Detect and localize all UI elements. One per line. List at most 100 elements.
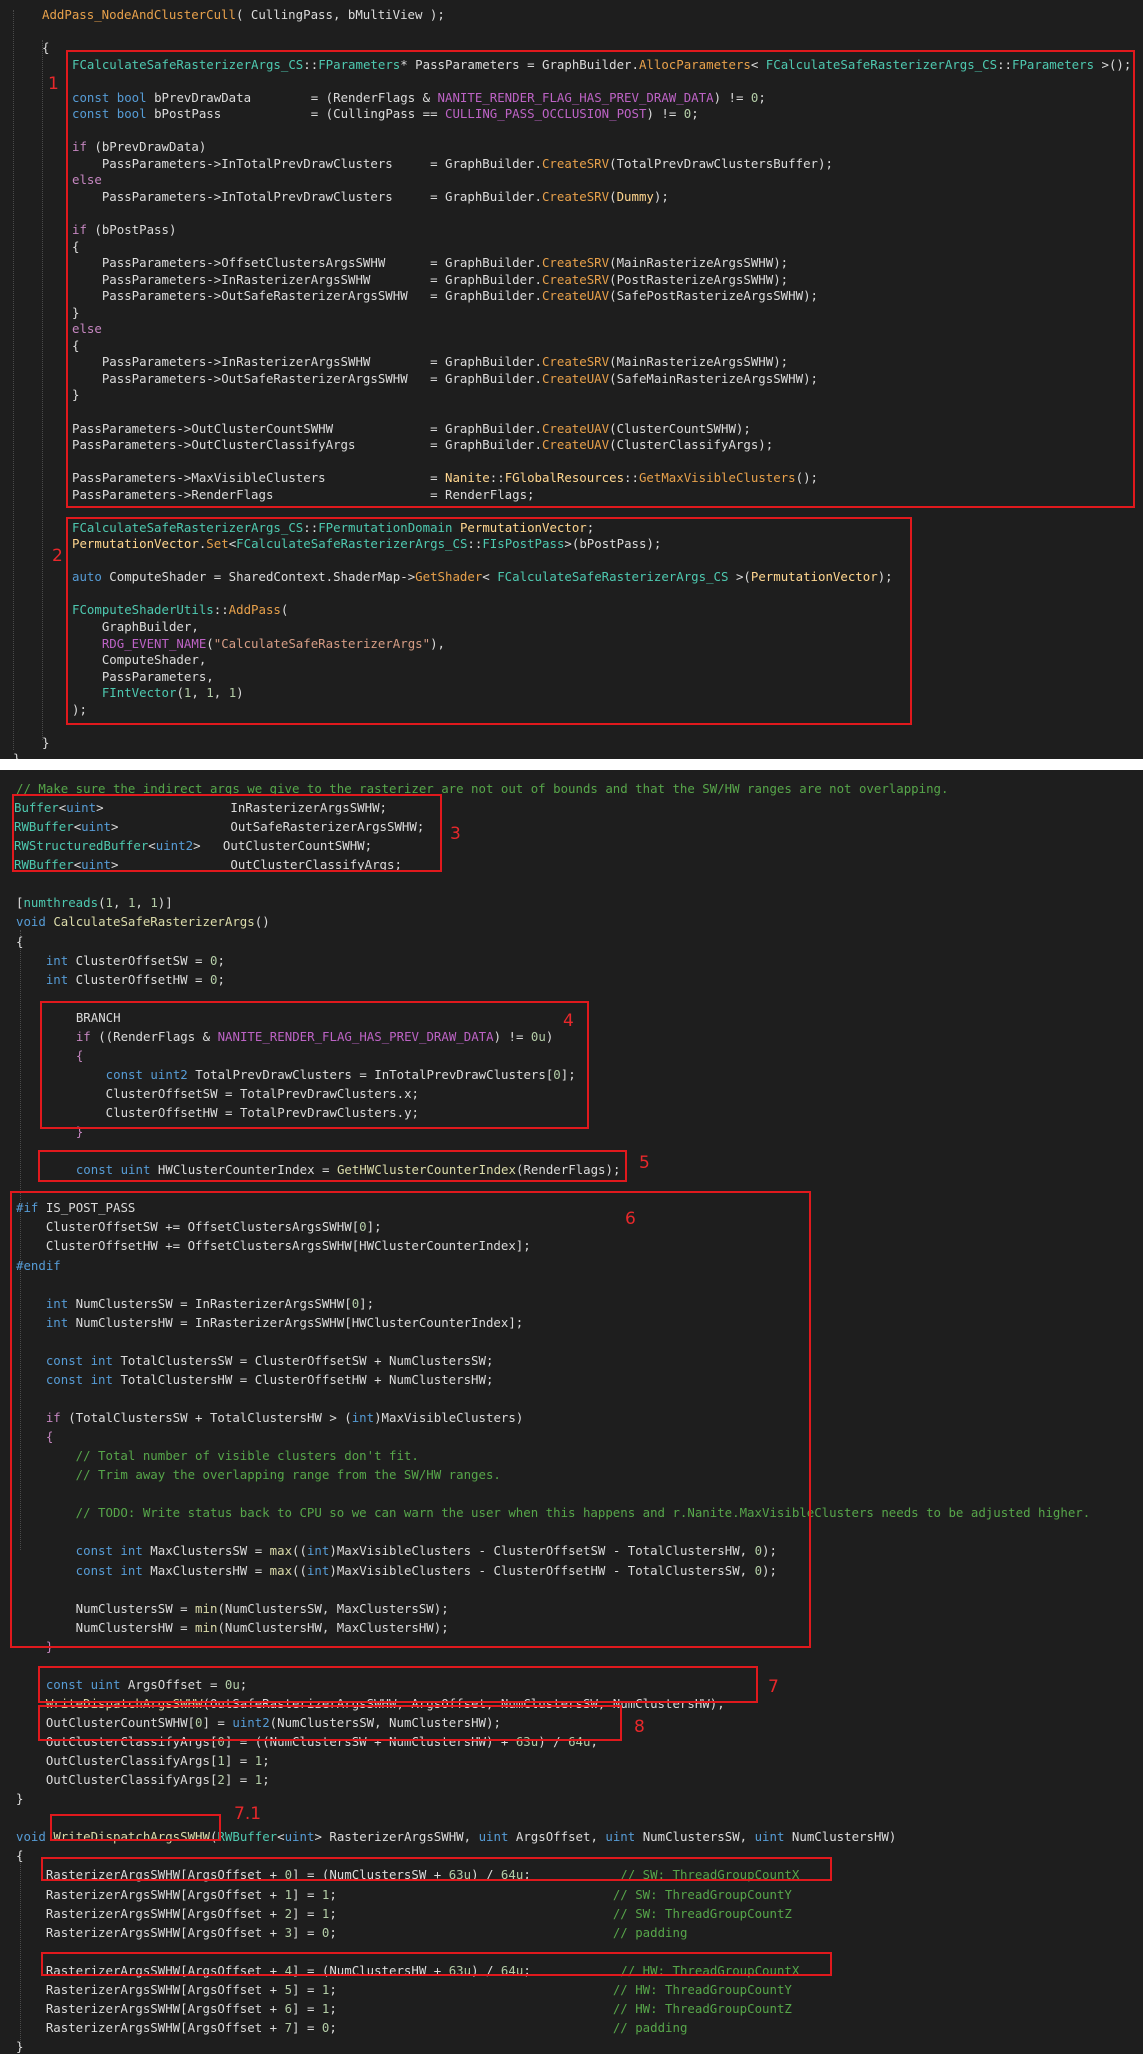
code-token: ] = xyxy=(292,1886,322,1902)
code-token: 6 xyxy=(284,2000,293,2016)
code-token: ] = xyxy=(292,2000,322,2016)
code-token: int xyxy=(16,952,69,968)
annotation-label-7-1: 7.1 xyxy=(234,1804,262,1824)
code-line: RasterizerArgsSWHW[ArgsOffset + 1] = 1; … xyxy=(16,1886,792,1903)
code-token: ] = xyxy=(292,1924,322,1940)
code-line: { xyxy=(16,933,23,950)
code-token: ; xyxy=(329,2000,613,2016)
code-token: 2 xyxy=(284,1905,293,1921)
code-token: ] = xyxy=(292,2019,322,2035)
code-token: uint xyxy=(284,1829,315,1845)
code-token: OutClusterClassifyArgs[ xyxy=(16,1772,218,1788)
code-line: RasterizerArgsSWHW[ArgsOffset + 7] = 0; … xyxy=(16,2019,688,2036)
code-token: ClusterOffsetHW = xyxy=(68,971,210,987)
code-token: > RasterizerArgsSWHW, xyxy=(314,1829,479,1845)
annotation-label-4: 4 xyxy=(563,1011,574,1031)
code-line: { xyxy=(16,1847,23,1864)
code-token: CalculateSafeRasterizerArgs xyxy=(53,914,255,930)
code-token: RasterizerArgsSWHW[ArgsOffset + xyxy=(16,2019,285,2035)
code-token: // HW: ThreadGroupCountY xyxy=(612,1981,792,1997)
code-token: RasterizerArgsSWHW[ArgsOffset + xyxy=(16,2000,285,2016)
code-line: { xyxy=(42,39,49,56)
code-panel-hlsl: // Make sure the indirect args we give t… xyxy=(0,770,1143,2054)
code-line: RasterizerArgsSWHW[ArgsOffset + 2] = 1; … xyxy=(16,1905,792,1922)
code-token: void xyxy=(16,1829,46,1845)
code-line: RasterizerArgsSWHW[ArgsOffset + 6] = 1; … xyxy=(16,2000,792,2017)
annotation-label-5: 5 xyxy=(639,1153,650,1173)
code-token: NumClustersHW) xyxy=(784,1829,897,1845)
code-token: // padding xyxy=(612,1924,688,1940)
code-token: AddPass_NodeAndClusterCull xyxy=(42,7,236,22)
code-token: NumClustersSW, xyxy=(635,1829,755,1845)
code-token: ; xyxy=(329,2019,613,2035)
code-token: RasterizerArgsSWHW[ArgsOffset + xyxy=(16,1905,285,1921)
code-token: ; xyxy=(262,1772,270,1788)
code-token: // padding xyxy=(612,2019,688,2035)
code-token: , xyxy=(135,895,151,911)
annotation-label-6: 6 xyxy=(625,1209,636,1229)
code-line: RasterizerArgsSWHW[ArgsOffset + 5] = 1; … xyxy=(16,1981,792,1998)
code-token: ; xyxy=(262,1753,270,1769)
code-token: uint xyxy=(478,1829,509,1845)
code-token: ( xyxy=(98,895,106,911)
code-token: ; xyxy=(217,971,225,987)
annotation-box-7-1 xyxy=(50,1814,221,1841)
code-line: int ClusterOffsetSW = 0; xyxy=(16,952,225,969)
code-line: } xyxy=(16,1790,23,1807)
code-token: ArgsOffset, xyxy=(508,1829,606,1845)
code-token: ] = xyxy=(292,1981,322,1997)
code-token: { xyxy=(16,1848,24,1864)
annotation-box-3 xyxy=(12,794,442,872)
annotation-label-7: 7 xyxy=(768,1677,779,1697)
code-token: 2 xyxy=(217,1772,225,1788)
annotation-box-8 xyxy=(38,1705,622,1741)
code-token: RasterizerArgsSWHW[ArgsOffset + xyxy=(16,1924,285,1940)
code-line: void CalculateSafeRasterizerArgs() xyxy=(16,913,270,930)
code-token: ; xyxy=(329,1981,613,1997)
code-token: 3 xyxy=(284,1924,293,1940)
code-token: numthreads xyxy=(23,895,99,911)
annotation-box-1 xyxy=(66,50,1135,508)
code-line: int ClusterOffsetHW = 0; xyxy=(16,971,225,988)
code-token: RWBuffer xyxy=(217,1829,278,1845)
annotation-box-4 xyxy=(40,1001,589,1129)
annotation-label-8: 8 xyxy=(634,1717,645,1737)
code-token: )] xyxy=(157,895,173,911)
code-line: } xyxy=(16,2038,23,2054)
code-token: // SW: ThreadGroupCountY xyxy=(612,1886,792,1902)
code-token: 7 xyxy=(284,2019,293,2035)
code-token: ; xyxy=(329,1886,613,1902)
code-token: ] = xyxy=(224,1753,255,1769)
code-token: ClusterOffsetSW = xyxy=(68,952,210,968)
code-token: < xyxy=(277,1829,285,1845)
code-token: } xyxy=(42,734,50,750)
code-token: () xyxy=(254,914,270,930)
code-token: } xyxy=(13,751,21,759)
code-token: int xyxy=(16,971,69,987)
code-line: } xyxy=(13,750,20,759)
annotation-box-2 xyxy=(66,517,912,725)
annotation-box-sw-threadgroup xyxy=(41,1857,832,1881)
code-line: OutClusterClassifyArgs[2] = 1; xyxy=(16,1771,270,1788)
code-token: ; xyxy=(329,1905,613,1921)
code-line: } xyxy=(42,734,49,751)
code-token: uint xyxy=(605,1829,636,1845)
annotation-label-3: 3 xyxy=(450,824,461,844)
code-token: 1 xyxy=(217,1753,225,1769)
code-token: 1 xyxy=(105,895,114,911)
code-line: OutClusterClassifyArgs[1] = 1; xyxy=(16,1752,270,1769)
code-line: [numthreads(1, 1, 1)] xyxy=(16,894,173,911)
code-token: ] = xyxy=(292,1905,322,1921)
code-token: RasterizerArgsSWHW[ArgsOffset + xyxy=(16,1886,285,1902)
code-token: 5 xyxy=(284,1981,293,1997)
code-token: OutClusterClassifyArgs[ xyxy=(16,1753,218,1769)
annotation-box-7 xyxy=(38,1666,758,1703)
code-token: ; xyxy=(329,1924,613,1940)
code-token: 1 xyxy=(150,895,158,911)
code-token: { xyxy=(16,933,24,949)
annotation-label-1: 1 xyxy=(48,74,59,94)
code-token: ; xyxy=(217,952,225,968)
code-token: ] = xyxy=(224,1772,255,1788)
code-panel-cpp: AddPass_NodeAndClusterCull( CullingPass,… xyxy=(0,0,1143,759)
code-token: { xyxy=(42,40,50,56)
